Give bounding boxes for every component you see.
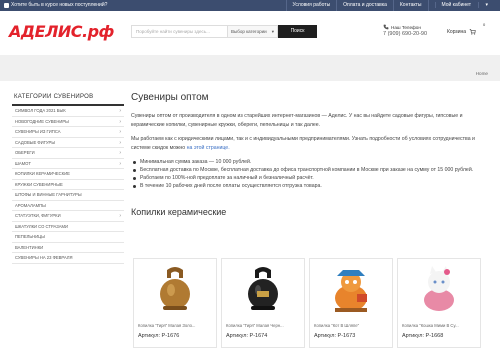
- sidebar-title: КАТЕГОРИИ СУВЕНИРОВ: [12, 92, 124, 106]
- category-select[interactable]: Выбор категории ▾: [227, 25, 278, 38]
- sidebar-item[interactable]: САДОВЫЕ ФИГУРЫ ›: [12, 138, 124, 148]
- conditions-list: Минимальная сумма заказа — 10 000 рублей…: [131, 158, 489, 190]
- product-card[interactable]: Копилка "Кот В Шляпе" Артикул: Р-1673: [309, 258, 393, 348]
- product-image-gold-kettlebell[interactable]: [134, 259, 216, 319]
- product-grid: Копилка "Гиря" Малая Золо... Артикул: Р-…: [133, 258, 491, 348]
- link-account[interactable]: Мой кабинет ▾: [427, 0, 500, 11]
- chevron-right-icon: ›: [119, 129, 121, 135]
- product-name[interactable]: Копилка "Кот В Шляпе": [314, 323, 390, 328]
- terms-text: Мы работаем как с юридическими лицами, т…: [131, 136, 475, 151]
- phone-label: Наш Телефон: [391, 24, 421, 30]
- search-button[interactable]: Поиск: [278, 25, 317, 38]
- sidebar-item-label: ВАЛЕНТИНКИ: [15, 244, 44, 250]
- breadcrumb[interactable]: Home: [476, 71, 488, 76]
- sidebar-item-label: СУВЕНИРЫ ИЗ ГИПСА: [15, 129, 61, 134]
- sidebar-item-label: СУВЕНИРЫ НА 23 ФЕВРАЛЯ: [15, 255, 73, 260]
- phone-number[interactable]: 7 (909) 690-20-90: [383, 31, 427, 37]
- chevron-right-icon: ›: [119, 160, 121, 167]
- link-payment-delivery[interactable]: Оплата и доставка: [336, 0, 393, 11]
- page-title: Сувениры оптом: [131, 92, 209, 103]
- sidebar-item-label: ОБЕРЕГИ: [15, 150, 35, 155]
- sidebar-item[interactable]: АРОМАЛАМПЫ: [12, 201, 124, 211]
- product-image-cat-in-hat[interactable]: [310, 259, 392, 319]
- sidebar-item[interactable]: СИМВОЛ ГОДА 2021 БЫК ›: [12, 106, 124, 117]
- sidebar-item[interactable]: ШТОФЫ И ВИННЫЕ ГАРНИТУРЫ: [12, 190, 124, 201]
- sidebar-item[interactable]: ШКАТУЛКИ СО СТРАЗАМИ: [12, 222, 124, 232]
- sidebar-item-label: ШАМОТ: [15, 160, 31, 166]
- product-image-cat-mimi[interactable]: [398, 259, 480, 319]
- product-card[interactable]: Копилка "Кошка Мими В Су... Артикул: Р-1…: [397, 258, 481, 348]
- product-sku: Артикул: Р-1674: [226, 333, 268, 339]
- sidebar-item-label: НОВОГОДНИЕ СУВЕНИРЫ: [15, 118, 69, 124]
- product-sku: Артикул: Р-1673: [314, 333, 356, 339]
- chevron-down-icon: ▾: [271, 29, 274, 34]
- sidebar-item-label: САДОВЫЕ ФИГУРЫ: [15, 139, 56, 145]
- sidebar-item[interactable]: СУВЕНИРЫ ИЗ ГИПСА ›: [12, 127, 124, 138]
- chevron-down-icon: ▾: [478, 2, 494, 8]
- sidebar-item[interactable]: ШАМОТ ›: [12, 159, 124, 169]
- checkbox-icon[interactable]: [4, 2, 9, 8]
- breadcrumb-band: [0, 55, 500, 81]
- list-item: В течение 10 рабочих дней после оплаты о…: [131, 182, 489, 190]
- sidebar-item[interactable]: ВАЛЕНТИНКИ: [12, 243, 124, 253]
- sidebar-item-label: ПЕПЕЛЬНИЦЫ: [15, 234, 45, 239]
- cart-icon: [469, 29, 476, 35]
- product-sku: Артикул: Р-1668: [402, 333, 444, 339]
- product-name[interactable]: Копилка "Гиря" Малая Золо...: [138, 323, 214, 328]
- chevron-right-icon: ›: [119, 213, 121, 219]
- sidebar-item[interactable]: КРУЖКИ СУВЕНИРНЫЕ: [12, 180, 124, 190]
- product-name[interactable]: Копилка "Гиря" Малая Черн...: [226, 323, 302, 328]
- product-card[interactable]: Копилка "Гиря" Малая Золо... Артикул: Р-…: [133, 258, 217, 348]
- sidebar-item[interactable]: ОБЕРЕГИ ›: [12, 148, 124, 159]
- product-image-black-kettlebell[interactable]: [222, 259, 304, 319]
- section-title: Копилки керамические: [131, 207, 227, 217]
- account-label: Мой кабинет: [434, 2, 478, 8]
- cart-count-badge: 0: [483, 22, 486, 27]
- chevron-right-icon: ›: [119, 118, 121, 125]
- link-terms[interactable]: Условия работы: [285, 0, 337, 11]
- top-bar: Хотите быть в курсе новых поступлений? У…: [0, 0, 500, 11]
- site-logo[interactable]: АДЕЛИС.рф: [9, 22, 114, 41]
- intro-paragraph: Сувениры оптом от производителя в одном …: [131, 113, 463, 128]
- category-sidebar: КАТЕГОРИИ СУВЕНИРОВ СИМВОЛ ГОДА 2021 БЫК…: [12, 92, 124, 264]
- product-card[interactable]: Копилка "Гиря" Малая Черн... Артикул: Р-…: [221, 258, 305, 348]
- terms-paragraph: Мы работаем как с юридическими лицами, т…: [131, 135, 489, 152]
- sidebar-item-label: ШКАТУЛКИ СО СТРАЗАМИ: [15, 223, 69, 229]
- cart-button[interactable]: Корзина 0: [447, 22, 485, 35]
- chevron-right-icon: ›: [119, 108, 121, 114]
- sidebar-item-label: СИМВОЛ ГОДА 2021 БЫК: [15, 108, 66, 113]
- sidebar-item-label: КОПИЛКИ КЕРАМИЧЕСКИЕ: [15, 171, 70, 176]
- sidebar-item[interactable]: НОВОГОДНИЕ СУВЕНИРЫ ›: [12, 117, 124, 127]
- link-contacts[interactable]: Контакты: [392, 0, 428, 11]
- top-links: Условия работы Оплата и доставка Контакт…: [285, 0, 500, 11]
- subscribe-notice-text: Хотите быть в курсе новых поступлений?: [11, 2, 108, 8]
- sidebar-item[interactable]: СУВЕНИРЫ НА 23 ФЕВРАЛЯ: [12, 253, 124, 264]
- terms-link[interactable]: на этой странице.: [187, 145, 230, 151]
- phone-block: Наш Телефон 7 (909) 690-20-90: [383, 24, 427, 38]
- header: АДЕЛИС.рф Поробуйте найти сувениры здесь…: [0, 11, 500, 55]
- product-name[interactable]: Копилка "Кошка Мими В Су...: [402, 323, 478, 328]
- sidebar-item-label: ШТОФЫ И ВИННЫЕ ГАРНИТУРЫ: [15, 192, 82, 197]
- subscribe-notice[interactable]: Хотите быть в курсе новых поступлений?: [4, 2, 107, 8]
- search-input[interactable]: Поробуйте найти сувениры здесь...: [131, 25, 227, 38]
- main-content: Сувениры оптом Сувениры оптом от произво…: [131, 92, 489, 223]
- list-item: Бесплатная доставка по Москве, бесплатна…: [131, 166, 489, 174]
- phone-icon: [383, 24, 389, 30]
- list-item: Минимальная сумма заказа — 10 000 рублей…: [131, 158, 489, 166]
- chevron-right-icon: ›: [119, 150, 121, 156]
- sidebar-item[interactable]: КОПИЛКИ КЕРАМИЧЕСКИЕ: [12, 169, 124, 180]
- sidebar-item-label: СТАТУЭТКИ, ФИГУРКИ: [15, 213, 61, 218]
- search-bar: Поробуйте найти сувениры здесь... Выбор …: [131, 25, 317, 38]
- cart-label: Корзина: [447, 28, 467, 35]
- list-item: Работаем по 100%-ной предоплате за налич…: [131, 174, 489, 182]
- sidebar-item[interactable]: ПЕПЕЛЬНИЦЫ: [12, 232, 124, 243]
- product-sku: Артикул: Р-1676: [138, 333, 180, 339]
- sidebar-item[interactable]: СТАТУЭТКИ, ФИГУРКИ ›: [12, 211, 124, 222]
- sidebar-item-label: КРУЖКИ СУВЕНИРНЫЕ: [15, 181, 63, 187]
- category-select-label: Выбор категории: [231, 29, 267, 34]
- chevron-right-icon: ›: [119, 139, 121, 146]
- sidebar-item-label: АРОМАЛАМПЫ: [15, 202, 46, 208]
